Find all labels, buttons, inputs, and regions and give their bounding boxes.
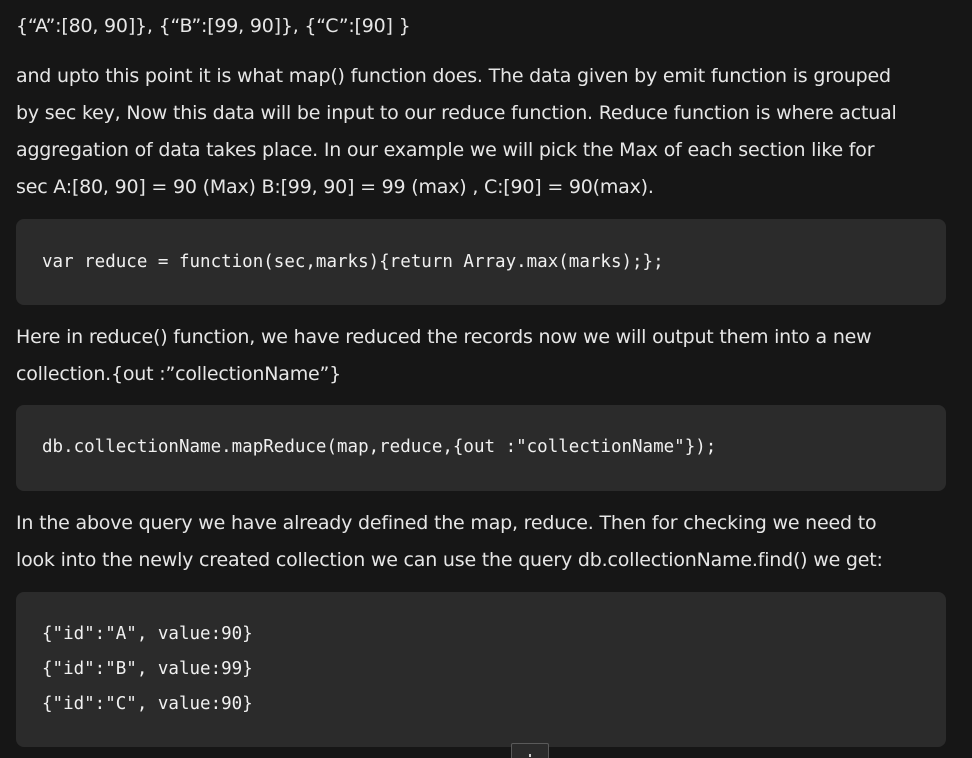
paragraph-line: aggregation of data takes place. In our …: [16, 139, 875, 161]
code-line: {"id":"A", value:90}: [42, 624, 253, 644]
paragraph-line: look into the newly created collection w…: [16, 549, 883, 571]
article-content: {“A”:[80, 90]}, {“B”:[99, 90]}, {“C”:[90…: [0, 0, 972, 758]
paragraph-line: sec A:[80, 90] = 90 (Max) B:[99, 90] = 9…: [16, 176, 654, 198]
code-block-reduce-function[interactable]: var reduce = function(sec,marks){return …: [16, 219, 946, 305]
paragraph-line: In the above query we have already defin…: [16, 512, 877, 534]
arrow-up-icon: [529, 754, 531, 757]
scroll-to-top-button[interactable]: [511, 743, 549, 758]
code-line: {"id":"B", value:99}: [42, 659, 253, 679]
emit-output-line: {“A”:[80, 90]}, {“B”:[99, 90]}, {“C”:[90…: [16, 15, 411, 37]
code-block-map-reduce-call[interactable]: db.collectionName.mapReduce(map,reduce,{…: [16, 405, 946, 491]
paragraph-reduce-output: Here in reduce() function, we have reduc…: [16, 319, 956, 393]
paragraph-line: Here in reduce() function, we have reduc…: [16, 326, 872, 348]
paragraph-line: by sec key, Now this data will be input …: [16, 102, 897, 124]
paragraph-map-reduce-explanation: and upto this point it is what map() fun…: [16, 58, 956, 206]
paragraph-line: collection.{out :”collectionName”}: [16, 363, 342, 385]
code-line: var reduce = function(sec,marks){return …: [42, 252, 664, 272]
code-block-find-result[interactable]: {"id":"A", value:90} {"id":"B", value:99…: [16, 592, 946, 747]
paragraph-line: and upto this point it is what map() fun…: [16, 65, 891, 87]
code-line: db.collectionName.mapReduce(map,reduce,{…: [42, 437, 717, 457]
paragraph-query-explanation: In the above query we have already defin…: [16, 505, 956, 579]
code-line: {"id":"C", value:90}: [42, 694, 253, 714]
